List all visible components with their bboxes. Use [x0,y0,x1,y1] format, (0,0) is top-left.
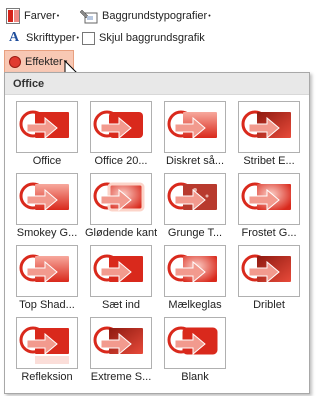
effect-thumbnail [238,173,300,225]
hide-background-checkbox[interactable]: Skjul baggrundsgrafik [82,28,205,48]
effect-option-label: Refleksion [21,371,73,383]
effect-thumbnail [90,101,152,153]
effect-thumbnail [238,245,300,297]
effect-option[interactable]: Frostet G... [233,171,305,243]
effect-option[interactable]: Extreme S... [85,315,157,387]
effect-option-label: Stribet E... [243,155,295,167]
effect-option-label: Top Shad... [19,299,75,311]
effect-thumbnail [90,173,152,225]
effect-option-label: Smokey G... [16,227,78,239]
effect-option-label: Blank [181,371,209,383]
effect-thumbnail [164,245,226,297]
effect-option[interactable]: Sæt ind [85,243,157,315]
effect-thumbnail [16,317,78,369]
effect-option-label: Diskret så... [165,155,225,167]
effect-option[interactable]: Mælkeglas [159,243,231,315]
effect-option[interactable]: Diskret så... [159,99,231,171]
fonts-button[interactable]: A Skrifttyper • [6,28,79,48]
effect-thumbnail [164,101,226,153]
effect-thumbnail [16,173,78,225]
effect-option-label: Sæt ind [102,299,140,311]
dropdown-arrow-icon: • [56,12,60,20]
effect-thumbnail [16,101,78,153]
effect-option[interactable]: Glødende kant [85,171,157,243]
dropdown-arrow-icon: • [76,34,79,42]
effect-option-label: Extreme S... [90,371,152,383]
effects-icon [9,55,21,68]
effect-option-label: Grunge T... [167,227,223,239]
effect-option[interactable]: Grunge T... [159,171,231,243]
effect-thumbnail [90,317,152,369]
background-styles-label: Baggrundstypografier [102,10,208,22]
effects-gallery: Office Office Office 20... Diskret så...… [4,72,310,394]
farver-button[interactable]: Farver • [6,6,59,26]
effect-option[interactable]: Refleksion [11,315,83,387]
effect-option-label: Office 20... [94,155,148,167]
dropdown-arrow-icon: • [208,12,211,20]
effect-option-label: Glødende kant [85,227,157,239]
effect-option[interactable]: Top Shad... [11,243,83,315]
effect-option-label: Driblet [253,299,285,311]
effect-option[interactable]: Blank [159,315,231,387]
effect-option[interactable]: Stribet E... [233,99,305,171]
effect-option[interactable]: Office [11,99,83,171]
fonts-label: Skrifttyper [26,32,76,44]
background-styles-icon [80,9,98,24]
background-styles-button[interactable]: Baggrundstypografier • [80,6,211,26]
font-icon: A [8,30,20,45]
effect-option-label: Office [32,155,62,167]
colors-icon [6,8,20,24]
ribbon: Farver • Baggrundstypografier • A Skrift… [0,0,316,72]
effect-option[interactable]: Smokey G... [11,171,83,243]
effect-thumbnail [164,173,226,225]
effect-option[interactable]: Driblet [233,243,305,315]
hide-background-label: Skjul baggrundsgrafik [99,32,205,44]
effect-thumbnail [90,245,152,297]
effect-thumbnail [16,245,78,297]
gallery-section-header: Office [5,73,309,95]
effect-option[interactable]: Office 20... [85,99,157,171]
checkbox-icon[interactable] [82,31,95,45]
effect-thumbnail [164,317,226,369]
effect-thumbnail [238,101,300,153]
effect-option-label: Mælkeglas [168,299,222,311]
effect-option-label: Frostet G... [241,227,297,239]
effects-label: Effekter [25,55,63,68]
farver-label: Farver [24,10,56,22]
